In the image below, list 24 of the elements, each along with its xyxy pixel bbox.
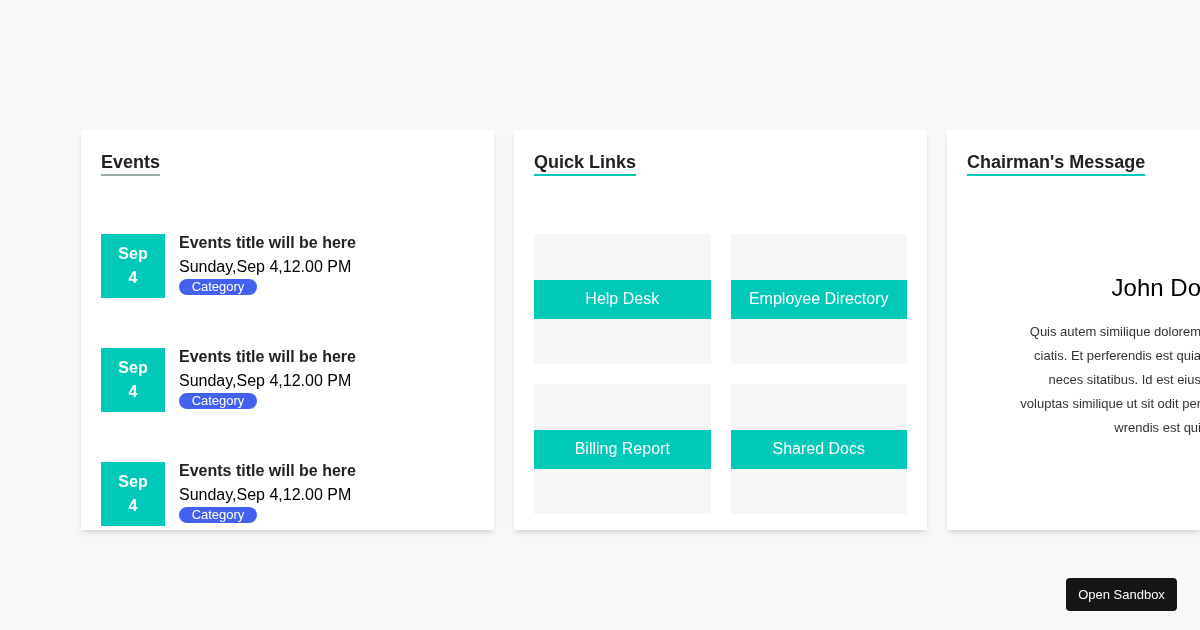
person-name: John Do bbox=[1111, 273, 1200, 303]
quick-link[interactable]: Billing Report bbox=[534, 429, 711, 469]
quick-link[interactable]: Employee Directory bbox=[730, 279, 907, 319]
date-day: 4 bbox=[128, 270, 138, 286]
card-title: Chairman's Message bbox=[967, 150, 1146, 176]
date-month: Sep bbox=[118, 360, 148, 376]
open-sandbox-button[interactable]: Open Sandbox bbox=[1066, 578, 1177, 611]
category-tag: Category bbox=[179, 393, 257, 409]
event-time: Sunday,Sep 4,12.00 PM bbox=[179, 371, 353, 391]
event-title: Events title will be here bbox=[179, 461, 356, 481]
date-month: Sep bbox=[118, 246, 148, 262]
card-title: Events bbox=[101, 150, 161, 176]
quick-link[interactable]: Help Desk bbox=[534, 279, 711, 319]
event-title: Events title will be here bbox=[179, 347, 356, 367]
quick-link[interactable]: Shared Docs bbox=[730, 429, 907, 469]
event-time: Sunday,Sep 4,12.00 PM bbox=[179, 257, 353, 277]
category-tag: Category bbox=[179, 279, 257, 295]
card-title: Quick Links bbox=[534, 150, 637, 176]
event-time: Sunday,Sep 4,12.00 PM bbox=[179, 485, 353, 505]
date-day: 4 bbox=[128, 498, 138, 514]
date-month: Sep bbox=[118, 474, 148, 490]
category-tag: Category bbox=[179, 507, 257, 523]
date-day: 4 bbox=[128, 384, 138, 400]
event-title: Events title will be here bbox=[179, 233, 356, 253]
